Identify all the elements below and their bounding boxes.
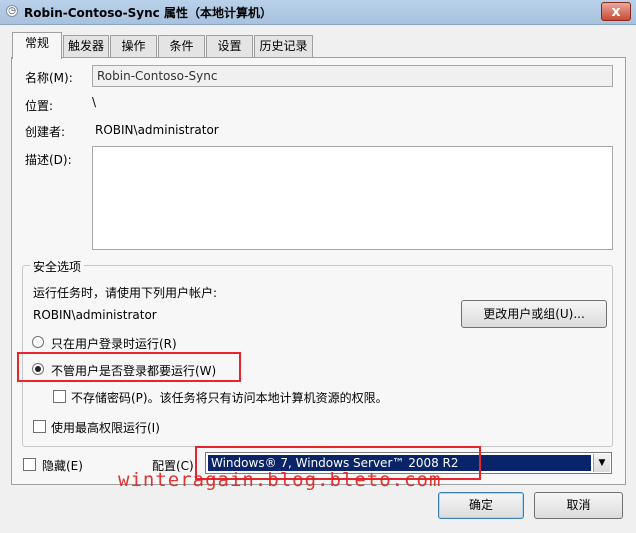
tab-general[interactable]: 常规: [12, 32, 62, 59]
title-bar[interactable]: ◷ Robin-Contoso-Sync 属性（本地计算机） x: [0, 0, 636, 25]
tab-settings[interactable]: 设置: [206, 35, 253, 57]
change-user-button[interactable]: 更改用户或组(U)...: [461, 300, 607, 328]
task-properties-dialog: ◷ Robin-Contoso-Sync 属性（本地计算机） x 常规 触发器 …: [0, 0, 636, 533]
no-store-password-label[interactable]: 不存储密码(P)。该任务将只有访问本地计算机资源的权限。: [71, 389, 388, 406]
author-label: 创建者:: [25, 125, 66, 139]
radio-logged-on[interactable]: [32, 336, 44, 348]
window-title: Robin-Contoso-Sync 属性（本地计算机）: [24, 6, 272, 20]
tab-conditions[interactable]: 条件: [158, 35, 205, 57]
chevron-down-icon[interactable]: ▼: [593, 454, 610, 472]
description-label: 描述(D):: [25, 153, 72, 167]
name-label: 名称(M):: [25, 71, 73, 85]
description-field[interactable]: [92, 146, 613, 250]
location-value: \: [92, 95, 97, 109]
radio-logged-on-label[interactable]: 只在用户登录时运行(R): [51, 335, 177, 352]
ok-button[interactable]: 确定: [438, 492, 524, 519]
user-account: ROBIN\administrator: [33, 308, 157, 322]
highest-privileges-label[interactable]: 使用最高权限运行(I): [51, 419, 160, 436]
hidden-label[interactable]: 隐藏(E): [42, 457, 83, 474]
clock-icon: ◷: [6, 5, 18, 17]
tab-triggers[interactable]: 触发器: [63, 35, 109, 57]
security-options-title: 安全选项: [30, 258, 85, 275]
close-button[interactable]: x: [601, 2, 631, 21]
cancel-button[interactable]: 取消: [534, 492, 623, 519]
name-field[interactable]: Robin-Contoso-Sync: [92, 65, 613, 87]
author-value: ROBIN\administrator: [95, 123, 219, 137]
run-as-prompt: 运行任务时，请使用下列用户帐户:: [33, 286, 218, 300]
highlight-box-run-always: [17, 352, 241, 382]
highest-privileges-checkbox[interactable]: [33, 420, 46, 433]
hidden-checkbox[interactable]: [23, 458, 36, 471]
watermark-text: winteragain.blog.bleto.com: [118, 469, 442, 491]
tab-history[interactable]: 历史记录: [254, 35, 313, 57]
location-label: 位置:: [25, 99, 54, 113]
no-store-password-checkbox[interactable]: [53, 390, 66, 403]
tab-actions[interactable]: 操作: [110, 35, 157, 57]
